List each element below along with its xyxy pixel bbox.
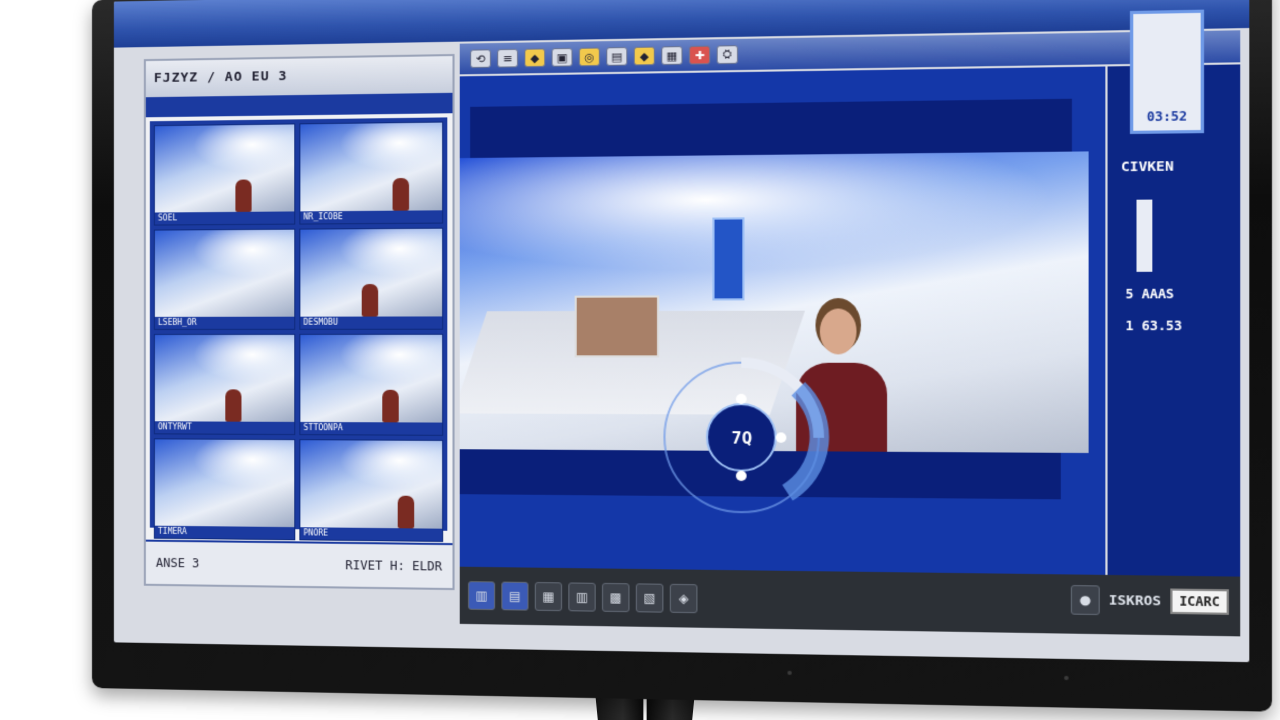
person-figure <box>382 389 399 423</box>
thumbnail-caption: ONTYRWT <box>154 421 295 435</box>
window-icon[interactable]: ▣ <box>551 47 573 67</box>
clip-browser-panel: FJZYZ / AO EU 3 SOEL NR_ICOBE LSEBH_OR D… <box>143 53 455 591</box>
jog-dial[interactable]: 7Q <box>649 347 837 530</box>
level-meter <box>1136 199 1153 272</box>
dial-label: 7Q <box>731 428 753 448</box>
info-top-readout: 03:52 <box>1129 9 1205 135</box>
thumbnail[interactable]: NR_ICOBE <box>299 121 444 225</box>
thumbnail-caption: PNORE <box>300 527 443 541</box>
thumbnail[interactable]: DESMOBU <box>299 227 444 330</box>
thumbnail[interactable]: PNORE <box>299 439 444 542</box>
person-figure <box>397 495 415 529</box>
clip-browser-header: FJZYZ / AO EU 3 <box>145 56 453 98</box>
monitor-screen: FJZYZ / AO EU 3 SOEL NR_ICOBE LSEBH_OR D… <box>113 0 1250 663</box>
list-icon[interactable]: ▤ <box>606 46 628 66</box>
info-title: CIVKEN <box>1120 159 1174 176</box>
thumbnail[interactable]: TIMERA <box>153 438 296 541</box>
control-strip-label: ISKROS <box>1108 592 1162 610</box>
thumbnail[interactable]: STTOONPA <box>299 333 444 436</box>
person-figure <box>225 389 242 422</box>
clip-browser-footer: ANSE 3 RIVET H: ELDR <box>145 539 453 589</box>
studio-pillar <box>712 217 745 301</box>
clip-browser-strip <box>145 92 453 118</box>
grid-icon[interactable]: ▦ <box>661 46 683 66</box>
top-band <box>470 98 1072 158</box>
refresh-icon[interactable]: ⟲ <box>470 49 491 69</box>
pattern-icon[interactable]: ▩ <box>602 582 630 613</box>
thumbnail-grid: SOEL NR_ICOBE LSEBH_OR DESMOBU ONTYRWT S… <box>149 117 448 542</box>
columns-icon[interactable]: ▥ <box>568 582 596 612</box>
thumbnail-caption: NR_ICOBE <box>300 210 443 224</box>
view-list-icon[interactable]: ▤ <box>501 581 529 611</box>
control-strip-badge[interactable]: ICARC <box>1170 588 1229 615</box>
menu-icon[interactable]: ≡ <box>497 48 519 68</box>
diamond-icon[interactable]: ◆ <box>633 46 655 66</box>
settings-icon[interactable]: ⛭ <box>716 45 739 65</box>
footer-right-label: RIVET H: ELDR <box>345 558 443 574</box>
thumbnail-caption: STTOONPA <box>300 421 443 435</box>
control-strip: ▥ ▤ ▦ ▥ ▩ ▧ ◈ ● ISKROS ICARC <box>459 566 1241 637</box>
marker-icon[interactable]: ◆ <box>524 48 546 68</box>
info-line-1: 5 AAAS <box>1125 286 1175 302</box>
target-icon[interactable]: ◎ <box>578 47 600 67</box>
thumbnail-caption: TIMERA <box>154 525 295 540</box>
status-light-icon <box>1064 675 1069 681</box>
footer-left-label: ANSE 3 <box>155 555 200 571</box>
control-strip-right: ● ISKROS ICARC <box>1070 585 1229 617</box>
thumbnail[interactable]: SOEL <box>153 123 296 226</box>
layout-icon[interactable]: ▦ <box>534 581 563 612</box>
add-icon[interactable]: ✚ <box>688 45 711 65</box>
info-column: 03:52 CIVKEN 5 AAAS 1 63.53 <box>1107 9 1241 577</box>
person-figure <box>392 177 410 211</box>
thumbnail[interactable]: LSEBH_OR <box>153 228 296 330</box>
stripes-icon[interactable]: ▧ <box>635 583 664 613</box>
effects-icon[interactable]: ◈ <box>669 583 698 614</box>
thumbnail-caption: SOEL <box>154 211 295 225</box>
view-grid-icon[interactable]: ▥ <box>468 581 496 611</box>
thumbnail[interactable]: ONTYRWT <box>153 333 296 436</box>
power-light-icon <box>787 670 792 675</box>
person-figure <box>361 284 379 317</box>
thumbnail-caption: LSEBH_OR <box>154 316 295 329</box>
person-figure <box>235 179 252 212</box>
info-line-2: 1 63.53 <box>1125 318 1183 334</box>
record-icon[interactable]: ● <box>1070 585 1100 616</box>
thumbnail-caption: DESMOBU <box>300 316 443 329</box>
studio-screen <box>574 295 660 358</box>
monitor-bezel: FJZYZ / AO EU 3 SOEL NR_ICOBE LSEBH_OR D… <box>92 0 1272 712</box>
